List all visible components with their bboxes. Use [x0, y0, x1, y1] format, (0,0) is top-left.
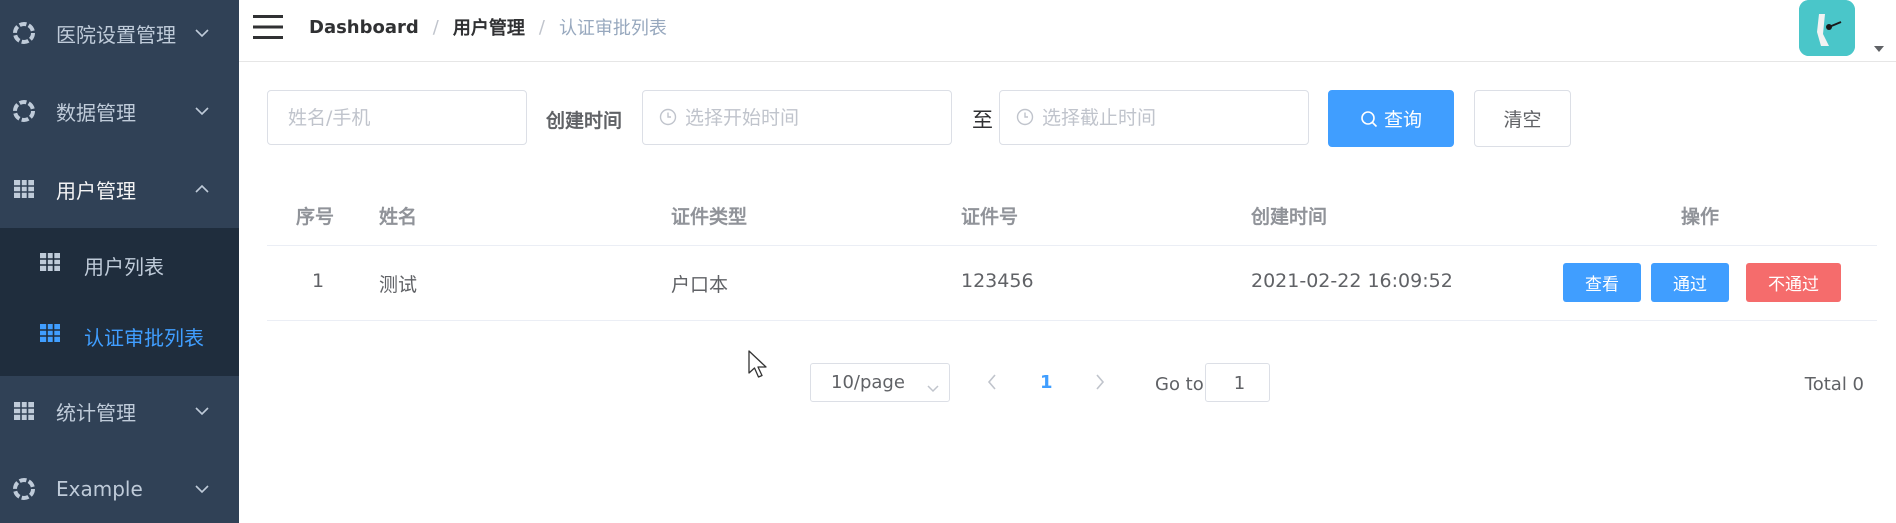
- page-size-select[interactable]: 10/page: [810, 363, 950, 402]
- approve-button[interactable]: 通过: [1651, 263, 1729, 302]
- breadcrumb-user-management[interactable]: 用户管理: [453, 14, 525, 40]
- table-icon: [13, 400, 35, 422]
- menu-item-label: 数据管理: [56, 100, 136, 125]
- avatar[interactable]: [1799, 0, 1855, 56]
- header-actions: 操作: [1681, 206, 1720, 228]
- menu-item-label: 统计管理: [56, 400, 136, 425]
- next-page-button[interactable]: [1093, 372, 1107, 392]
- chevron-down-icon: [195, 404, 209, 418]
- menu-item-statistics[interactable]: 统计管理: [0, 372, 239, 450]
- table-icon: [13, 178, 35, 200]
- clear-button[interactable]: 清空: [1474, 90, 1571, 147]
- start-time-field[interactable]: [643, 91, 951, 144]
- chevron-down-icon: [927, 378, 939, 393]
- view-button[interactable]: 查看: [1563, 263, 1641, 302]
- page-number-1[interactable]: 1: [1040, 372, 1053, 393]
- navbar: Dashboard / 用户管理 / 认证审批列表: [239, 0, 1896, 62]
- table-icon: [40, 323, 62, 345]
- sidebar-item-user-list[interactable]: 用户列表: [0, 230, 239, 300]
- table-header-row: 序号 姓名 证件类型 证件号 创建时间 操作: [267, 186, 1877, 246]
- chevron-right-icon: [1096, 374, 1105, 390]
- menu-item-user-management[interactable]: 用户管理: [0, 150, 239, 228]
- gear-circle-icon: [13, 100, 35, 122]
- goto-label: Go to: [1155, 374, 1204, 395]
- menu-item-example[interactable]: Example: [0, 450, 239, 523]
- clock-icon: [659, 108, 677, 126]
- header-cert-number: 证件号: [961, 206, 1019, 228]
- menu-item-label: Example: [56, 477, 143, 501]
- sidebar-item-label: 用户列表: [84, 255, 164, 279]
- total-count: Total 0: [1804, 374, 1864, 395]
- end-time-field[interactable]: [1000, 91, 1308, 144]
- menu-item-label: 用户管理: [56, 178, 136, 203]
- sidebar-item-cert-approval-list[interactable]: 认证审批列表: [0, 301, 239, 371]
- mouse-cursor-icon: [748, 350, 770, 380]
- table-icon: [40, 252, 62, 274]
- menu-item-data-management[interactable]: 数据管理: [0, 72, 239, 150]
- reject-button[interactable]: 不通过: [1746, 263, 1841, 302]
- search-button[interactable]: 查询: [1328, 90, 1454, 147]
- header-created-time: 创建时间: [1251, 206, 1328, 228]
- chevron-down-icon: [195, 26, 209, 40]
- breadcrumb-dashboard[interactable]: Dashboard: [309, 17, 419, 38]
- goto-page-field[interactable]: [1206, 364, 1273, 403]
- name-phone-input[interactable]: [267, 90, 527, 145]
- chevron-up-icon: [195, 182, 209, 196]
- name-phone-field[interactable]: [268, 91, 526, 144]
- chevron-down-icon: [195, 104, 209, 118]
- search-icon: [1360, 110, 1378, 128]
- table-row: 1 测试 户口本 123456 2021-02-22 16:09:52 查看 通…: [267, 246, 1877, 321]
- cell-created-time: 2021-02-22 16:09:52: [1251, 270, 1453, 292]
- cell-index: 1: [312, 270, 325, 292]
- breadcrumb-separator: /: [432, 16, 439, 38]
- cell-name: 测试: [379, 274, 418, 296]
- breadcrumb: Dashboard / 用户管理 / 认证审批列表: [309, 14, 667, 40]
- chevron-down-icon: [195, 482, 209, 496]
- gear-circle-icon: [13, 478, 35, 500]
- header-index: 序号: [296, 206, 335, 228]
- search-button-label: 查询: [1383, 109, 1422, 131]
- hamburger-menu-icon[interactable]: [253, 14, 283, 40]
- header-name: 姓名: [379, 206, 418, 228]
- menu-item-hospital-settings[interactable]: 医院设置管理: [0, 0, 239, 72]
- caret-down-icon[interactable]: [1874, 38, 1884, 52]
- menu-item-label: 医院设置管理: [56, 22, 176, 47]
- page-size-value: 10/page: [831, 372, 905, 393]
- cell-cert-number: 123456: [961, 270, 1034, 292]
- prev-page-button[interactable]: [985, 372, 999, 392]
- breadcrumb-current-page: 认证审批列表: [558, 18, 667, 39]
- sidebar: 医院设置管理 数据管理 用户管理 用户列表 认证审批列表 统计管理 Exampl…: [0, 0, 239, 523]
- breadcrumb-separator: /: [538, 16, 545, 38]
- chevron-left-icon: [987, 374, 996, 390]
- created-time-label: 创建时间: [546, 110, 623, 132]
- clock-icon: [1016, 108, 1034, 126]
- end-time-picker[interactable]: [999, 90, 1309, 145]
- header-cert-type: 证件类型: [671, 206, 748, 228]
- goto-page-input[interactable]: [1205, 363, 1273, 403]
- gear-circle-icon: [13, 22, 35, 44]
- clear-button-label: 清空: [1503, 109, 1542, 131]
- cell-cert-type: 户口本: [671, 274, 729, 296]
- range-separator: 至: [972, 108, 993, 132]
- sidebar-item-label: 认证审批列表: [84, 326, 204, 350]
- start-time-picker[interactable]: [642, 90, 952, 145]
